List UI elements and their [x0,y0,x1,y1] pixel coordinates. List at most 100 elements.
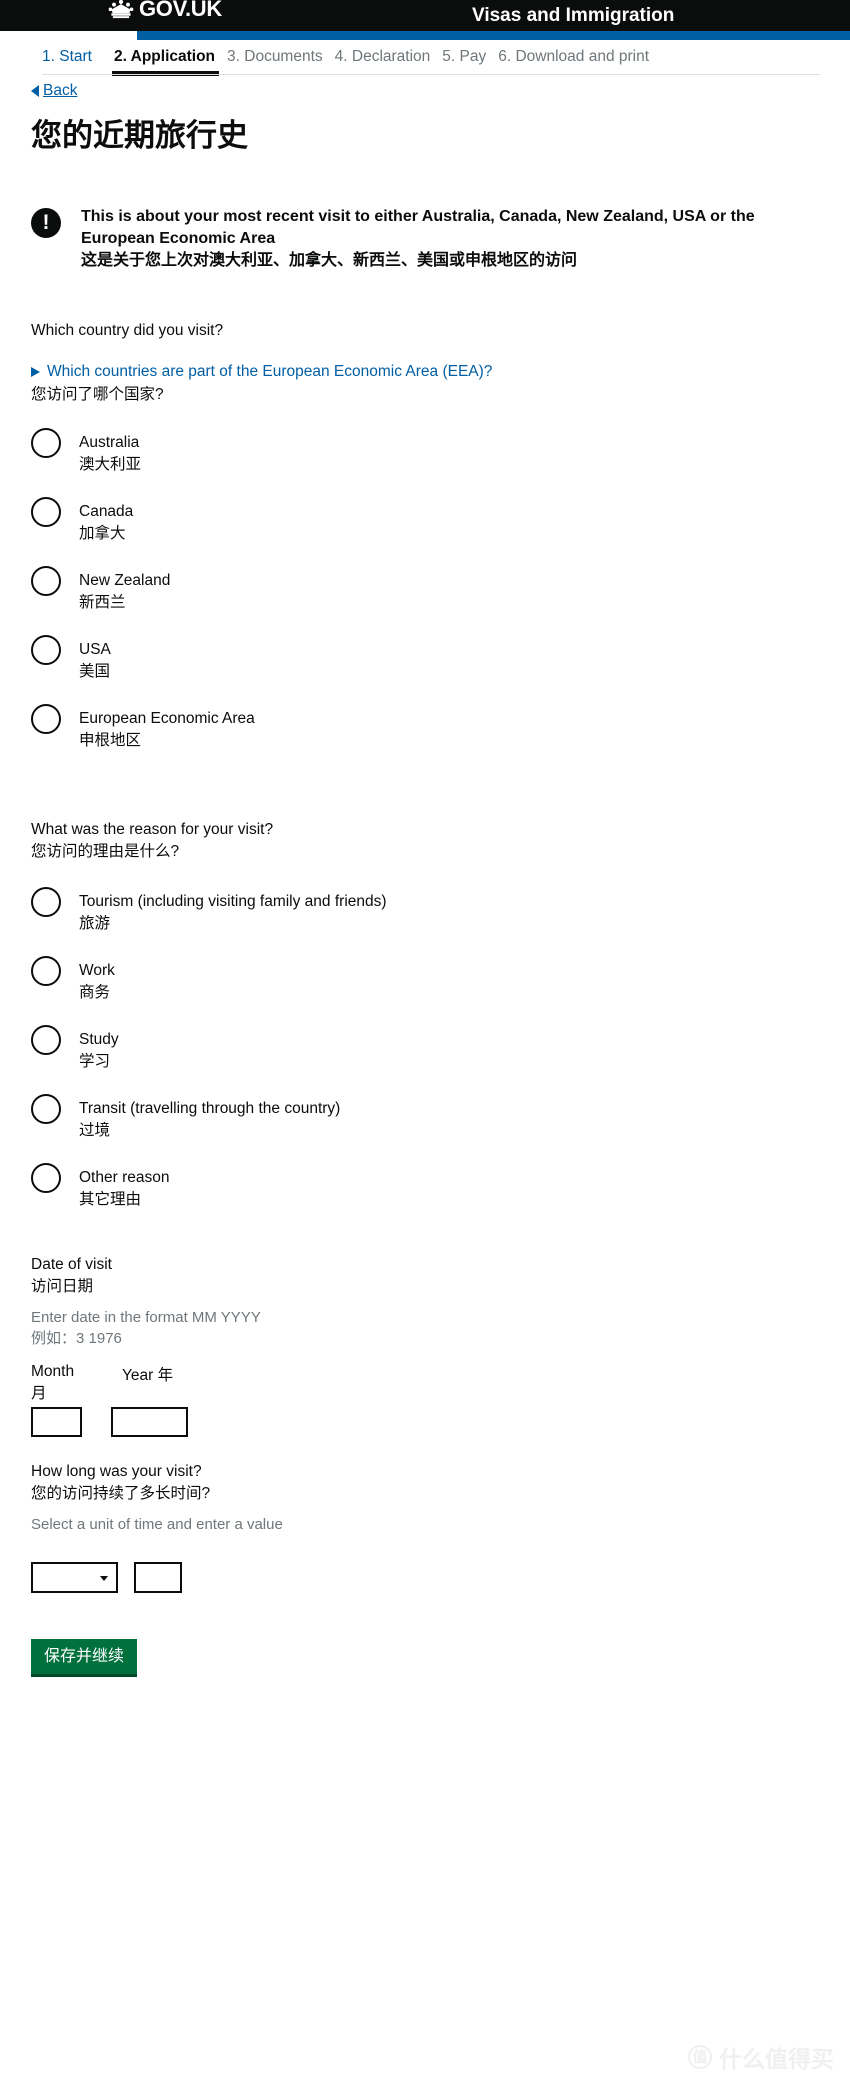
gov-header: GOV.UK Visas and Immigration [0,0,850,31]
duration-hint-en: Select a unit of time and enter a value [31,1516,283,1534]
radio-option-usa[interactable]: USA 美国 [31,633,821,702]
radio-label-en: Tourism (including visiting family and f… [79,892,387,910]
service-name: Visas and Immigration [472,5,675,26]
date-field-labels: Month 月 Year 年 [31,1363,821,1403]
govuk-brand[interactable]: GOV.UK [108,0,222,20]
radio-label-en: Canada [79,502,134,520]
watermark-badge-icon: 值 [688,2045,712,2069]
date-of-visit-hint: Enter date in the format MM YYYY 例如：3 19… [31,1307,821,1350]
radio-label-zh: 其它理由 [79,1190,142,1208]
radio-label: European Economic Area 申根地区 [79,702,255,752]
notice-line-zh: 这是关于您上次对澳大利亚、加拿大、新西兰、美国或申根地区的访问 [81,251,578,269]
submit-area: 保存并继续 [31,1638,821,1678]
radio-circle-icon[interactable] [31,886,61,917]
radio-label: Study 学习 [79,1023,119,1073]
nav-step-pay[interactable]: 5. Pay [442,48,498,76]
date-field-inputs [31,1407,821,1438]
nav-step-application[interactable]: 2. Application [104,48,227,76]
radio-label: Canada 加拿大 [79,495,133,545]
nav-step-download-and-print[interactable]: 6. Download and print [498,48,661,76]
reason-question-label-en: What was the reason for your visit? [31,820,274,838]
radio-label-zh: 过境 [79,1121,111,1139]
watermark-text: 什么值得买 [719,2046,834,2072]
reason-question-label-zh: 您访问的理由是什么? [31,842,180,860]
radio-label-zh: 加拿大 [79,524,126,542]
radio-circle-icon[interactable] [31,1093,61,1124]
radio-circle-icon[interactable] [31,1162,61,1193]
radio-option-new-zealand[interactable]: New Zealand 新西兰 [31,564,821,633]
date-of-visit-label-en: Date of visit [31,1255,112,1273]
duration-label-en: How long was your visit? [31,1463,202,1481]
radio-label-zh: 新西兰 [79,593,126,611]
year-input[interactable] [111,1407,188,1438]
nav-step-start[interactable]: 1. Start [42,48,104,76]
date-hint-zh: 例如：3 1976 [31,1330,122,1348]
left-triangle-icon [31,85,39,97]
month-label: Month 月 [31,1363,75,1403]
radio-label: Work 商务 [79,954,115,1004]
radio-label-zh: 美国 [79,662,111,680]
duration-unit-select[interactable] [31,1561,118,1593]
reason-question-label: What was the reason for your visit? 您访问的… [31,819,821,863]
save-and-continue-button[interactable]: 保存并继续 [31,1638,138,1678]
radio-label-en: Transit (travelling through the country) [79,1099,341,1117]
radio-circle-icon[interactable] [31,634,61,665]
radio-option-work[interactable]: Work 商务 [31,954,821,1023]
radio-label-en: Study [79,1030,119,1048]
reason-question-block: What was the reason for your visit? 您访问的… [31,819,821,1230]
nav-step-declaration[interactable]: 4. Declaration [335,48,443,76]
notice-text: This is about your most recent visit to … [81,206,801,272]
radio-circle-icon[interactable] [31,496,61,527]
radio-label-en: New Zealand [79,571,171,589]
radio-label-zh: 学习 [79,1052,111,1070]
nav-divider [42,74,820,75]
exclamation-icon: ! [31,207,61,238]
govuk-brand-label: GOV.UK [139,0,222,21]
page-title: 您的近期旅行史 [31,118,248,153]
radio-circle-icon[interactable] [31,427,61,458]
radio-option-study[interactable]: Study 学习 [31,1023,821,1092]
back-link[interactable]: Back [31,82,77,100]
eea-details-toggle[interactable]: Which countries are part of the European… [31,363,821,381]
country-question-label: Which country did you visit? [31,321,224,339]
radio-option-australia[interactable]: Australia 澳大利亚 [31,426,821,495]
radio-label-en: USA [79,640,111,658]
radio-label-zh: 商务 [79,983,111,1001]
month-input[interactable] [31,1407,82,1438]
nav-step-documents[interactable]: 3. Documents [227,48,335,76]
duration-label-zh: 您的访问持续了多长时间? [31,1485,211,1503]
duration-hint: Select a unit of time and enter a value [31,1514,821,1535]
radio-label-zh: 澳大利亚 [79,455,142,473]
radio-option-tourism[interactable]: Tourism (including visiting family and f… [31,885,821,954]
radio-label-en: European Economic Area [79,709,255,727]
duration-value-input[interactable] [134,1561,182,1593]
date-of-visit-block: Date of visit 访问日期 Enter date in the for… [31,1254,821,1438]
radio-label: New Zealand 新西兰 [79,564,170,614]
radio-label-zh: 申根地区 [79,731,142,749]
radio-circle-icon[interactable] [31,955,61,986]
notice-line-1: This is about your most recent visit to … [81,207,727,225]
radio-circle-icon[interactable] [31,703,61,734]
radio-circle-icon[interactable] [31,1024,61,1055]
back-link-label: Back [43,82,78,99]
crown-icon [108,0,134,19]
eea-details-label: Which countries are part of the European… [47,362,493,380]
radio-option-other-reason[interactable]: Other reason 其它理由 [31,1161,821,1230]
progress-nav: 1. Start 2. Application 3. Documents 4. … [0,48,850,83]
year-label: Year 年 [122,1367,174,1385]
right-triangle-icon [31,366,40,377]
main-content: 您的近期旅行史 ! This is about your most recent… [31,118,821,1678]
radio-label: Other reason 其它理由 [79,1161,169,1211]
radio-option-canada[interactable]: Canada 加拿大 [31,495,821,564]
site-watermark: 值 什么值得买 [688,2040,834,2074]
date-hint-en: Enter date in the format MM YYYY [31,1308,261,1326]
radio-circle-icon[interactable] [31,565,61,596]
duration-inputs [31,1561,821,1593]
radio-label-en: Work [79,961,115,979]
radio-option-european-economic-area[interactable]: European Economic Area 申根地区 [31,702,821,771]
date-of-visit-label: Date of visit 访问日期 [31,1254,821,1298]
country-radio-group: Australia 澳大利亚 Canada 加拿大 New Zealand 新西… [31,426,821,771]
date-of-visit-label-zh: 访问日期 [31,1277,94,1295]
radio-option-transit[interactable]: Transit (travelling through the country)… [31,1092,821,1161]
radio-label-en: Australia [79,433,140,451]
